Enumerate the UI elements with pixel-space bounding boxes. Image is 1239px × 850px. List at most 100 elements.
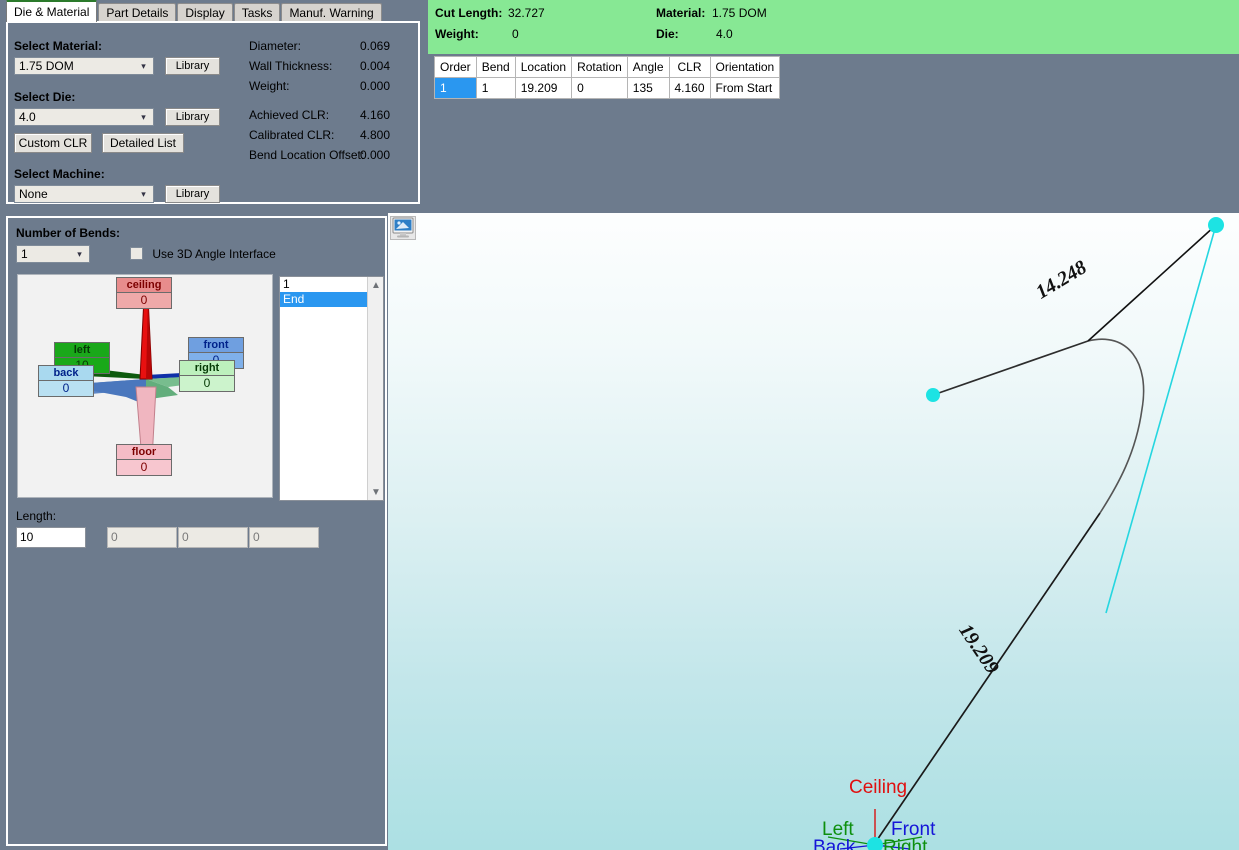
- use-3d-angle-checkbox[interactable]: [130, 247, 143, 260]
- node-end: [1208, 217, 1224, 233]
- chevron-down-icon: ▾: [136, 59, 151, 73]
- die-select[interactable]: 4.0 ▾: [14, 108, 154, 126]
- col-orientation[interactable]: Orientation: [710, 57, 780, 78]
- cut-length-label: Cut Length:: [435, 6, 502, 20]
- summary-die-value: 4.0: [716, 27, 733, 41]
- material-select-value: 1.75 DOM: [19, 59, 74, 73]
- select-machine-label: Select Machine:: [14, 167, 105, 181]
- summary-weight-label: Weight:: [435, 27, 479, 41]
- achieved-clr-value: 4.160: [360, 108, 390, 122]
- direction-label-floor: floor: [117, 445, 171, 459]
- tube-segment-upper: [1088, 225, 1216, 341]
- tab-display[interactable]: Display: [177, 3, 232, 22]
- length-field-1[interactable]: 10: [16, 527, 86, 548]
- col-rotation[interactable]: Rotation: [572, 57, 628, 78]
- direction-label-back: back: [39, 366, 93, 380]
- col-order[interactable]: Order: [435, 57, 477, 78]
- col-clr[interactable]: CLR: [669, 57, 710, 78]
- weight-value: 0.000: [360, 79, 390, 93]
- calibrated-clr-value: 4.800: [360, 128, 390, 142]
- detailed-list-button[interactable]: Detailed List: [102, 133, 184, 153]
- chord-line-upper: [1106, 225, 1216, 613]
- tab-part-details[interactable]: Part Details: [98, 3, 176, 22]
- direction-label-front: front: [189, 338, 243, 352]
- machine-library-button[interactable]: Library: [165, 185, 220, 203]
- scroll-down-icon[interactable]: ▼: [368, 484, 384, 500]
- table-header-row: Order Bend Location Rotation Angle CLR O…: [435, 57, 780, 78]
- chevron-down-icon: ▾: [136, 187, 151, 201]
- die-library-button[interactable]: Library: [165, 108, 220, 126]
- weight-label: Weight:: [249, 79, 289, 93]
- col-angle[interactable]: Angle: [627, 57, 669, 78]
- application-window: Die & Material Part Details Display Task…: [0, 0, 1239, 850]
- length-field-3[interactable]: 0: [178, 527, 248, 548]
- direction-box-back[interactable]: back 0: [38, 365, 94, 397]
- summary-weight-value: 0: [512, 27, 519, 41]
- direction-value-back[interactable]: 0: [39, 380, 93, 396]
- select-die-label: Select Die:: [14, 90, 75, 104]
- tab-manuf-warning[interactable]: Manuf. Warning: [281, 3, 381, 22]
- list-item[interactable]: End: [280, 292, 371, 307]
- angle-direction-widget[interactable]: ceiling 0 left 10 back 0 front 0 right 0: [17, 274, 273, 498]
- direction-box-ceiling[interactable]: ceiling 0: [116, 277, 172, 309]
- wall-thickness-label: Wall Thickness:: [249, 59, 332, 73]
- bend-list[interactable]: 1 End ▲ ▼: [279, 276, 384, 501]
- cell-location[interactable]: 19.209: [515, 78, 571, 99]
- die-material-content: Select Material: 1.75 DOM ▾ Library Sele…: [6, 21, 420, 204]
- direction-value-right[interactable]: 0: [180, 375, 234, 391]
- part-summary-bar: Cut Length: 32.727 Weight: 0 Material: 1…: [428, 0, 1239, 54]
- cut-length-value: 32.727: [508, 6, 545, 20]
- col-bend[interactable]: Bend: [476, 57, 515, 78]
- number-of-bends-value: 1: [21, 247, 28, 261]
- direction-value-floor[interactable]: 0: [117, 459, 171, 475]
- custom-clr-button[interactable]: Custom CLR: [14, 133, 92, 153]
- table-row[interactable]: 1 1 19.209 0 135 4.160 From Start: [435, 78, 780, 99]
- direction-box-right[interactable]: right 0: [179, 360, 235, 392]
- calibrated-clr-label: Calibrated CLR:: [249, 128, 334, 142]
- node-origin: [867, 837, 883, 850]
- length-field-2[interactable]: 0: [107, 527, 177, 548]
- col-location[interactable]: Location: [515, 57, 571, 78]
- cell-orientation[interactable]: From Start: [710, 78, 780, 99]
- wall-thickness-value: 0.004: [360, 59, 390, 73]
- number-of-bends-label: Number of Bends:: [16, 226, 120, 240]
- machine-select-value: None: [19, 187, 48, 201]
- cell-bend[interactable]: 1: [476, 78, 515, 99]
- cell-angle[interactable]: 135: [627, 78, 669, 99]
- select-material-label: Select Material:: [14, 39, 102, 53]
- bend-editor-panel: Number of Bends: 1 ▾ Use 3D Angle Interf…: [6, 216, 387, 846]
- machine-select[interactable]: None ▾: [14, 185, 154, 203]
- summary-material-value: 1.75 DOM: [712, 6, 767, 20]
- cell-order[interactable]: 1: [435, 78, 477, 99]
- length-label: Length:: [16, 509, 56, 523]
- cell-clr[interactable]: 4.160: [669, 78, 710, 99]
- direction-box-floor[interactable]: floor 0: [116, 444, 172, 476]
- material-library-button[interactable]: Library: [165, 57, 220, 75]
- achieved-clr-label: Achieved CLR:: [249, 108, 329, 122]
- bend-list-scrollbar[interactable]: ▲ ▼: [367, 277, 383, 500]
- tab-die-material[interactable]: Die & Material: [6, 0, 97, 22]
- tab-tasks[interactable]: Tasks: [234, 3, 281, 22]
- material-select[interactable]: 1.75 DOM ▾: [14, 57, 154, 75]
- bend-location-offset-value: 0.000: [360, 148, 390, 162]
- use-3d-angle-interface-row[interactable]: Use 3D Angle Interface: [130, 247, 276, 261]
- scroll-up-icon[interactable]: ▲: [368, 277, 384, 293]
- part-3d-viewport[interactable]: 14.248 19.209 Ceiling Left Front Back Ri…: [388, 213, 1239, 850]
- axis-label-right: Right: [883, 837, 927, 850]
- chevron-down-icon: ▾: [72, 247, 87, 261]
- direction-value-ceiling[interactable]: 0: [117, 292, 171, 308]
- summary-die-label: Die:: [656, 27, 679, 41]
- bend-location-offset-label: Bend Location Offset:: [249, 148, 364, 162]
- bend-grid[interactable]: Order Bend Location Rotation Angle CLR O…: [434, 56, 761, 99]
- diameter-value: 0.069: [360, 39, 390, 53]
- tube-segment-upper-straight: [933, 341, 1088, 395]
- number-of-bends-select[interactable]: 1 ▾: [16, 245, 90, 263]
- die-material-tab-panel: Die & Material Part Details Display Task…: [0, 0, 428, 212]
- tube-drawing: [388, 213, 1239, 850]
- diameter-label: Diameter:: [249, 39, 301, 53]
- cell-rotation[interactable]: 0: [572, 78, 628, 99]
- length-field-4[interactable]: 0: [249, 527, 319, 548]
- direction-label-right: right: [180, 361, 234, 375]
- node-start: [926, 388, 940, 402]
- summary-material-label: Material:: [656, 6, 705, 20]
